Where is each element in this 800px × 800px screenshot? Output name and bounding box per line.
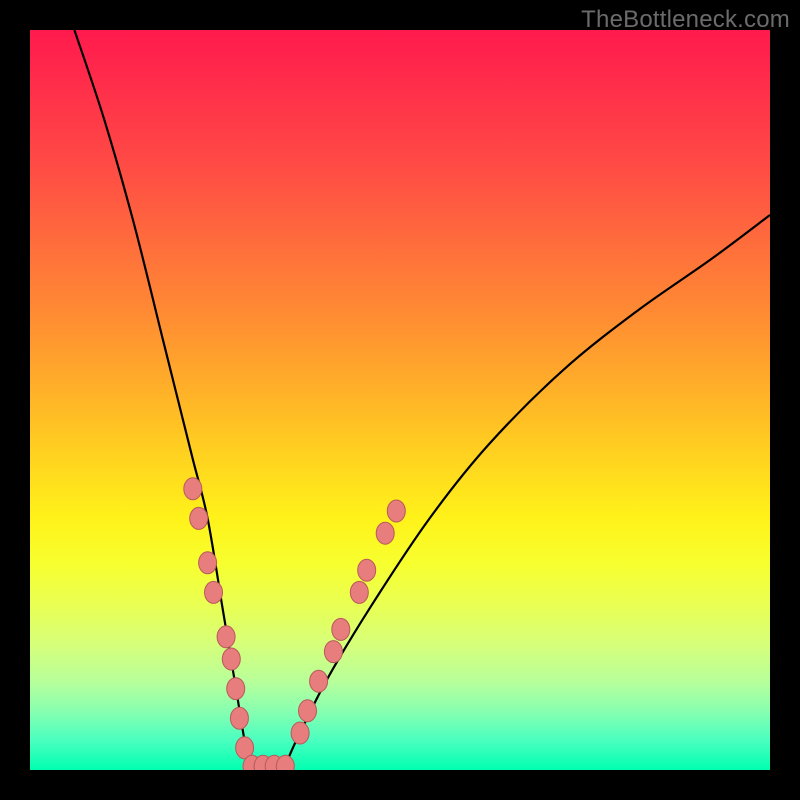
curve-marker bbox=[184, 478, 202, 500]
curve-marker bbox=[332, 618, 350, 640]
curve-layer bbox=[30, 30, 770, 770]
curve-marker bbox=[291, 722, 309, 744]
curve-marker bbox=[205, 581, 223, 603]
curve-marker bbox=[222, 648, 240, 670]
curve-marker bbox=[310, 670, 328, 692]
curve-marker bbox=[387, 500, 405, 522]
curve-marker bbox=[324, 641, 342, 663]
curve-marker bbox=[299, 700, 317, 722]
watermark-text: TheBottleneck.com bbox=[581, 6, 790, 34]
curve-marker bbox=[190, 507, 208, 529]
curve-marker bbox=[199, 552, 217, 574]
curve-marker bbox=[217, 626, 235, 648]
chart-frame: TheBottleneck.com bbox=[0, 0, 800, 800]
curve-marker bbox=[227, 678, 245, 700]
curve-marker bbox=[230, 707, 248, 729]
bottleneck-curve-path bbox=[74, 30, 770, 770]
curve-marker bbox=[350, 581, 368, 603]
curve-marker bbox=[358, 559, 376, 581]
curve-marker bbox=[376, 522, 394, 544]
marker-group bbox=[184, 478, 405, 770]
